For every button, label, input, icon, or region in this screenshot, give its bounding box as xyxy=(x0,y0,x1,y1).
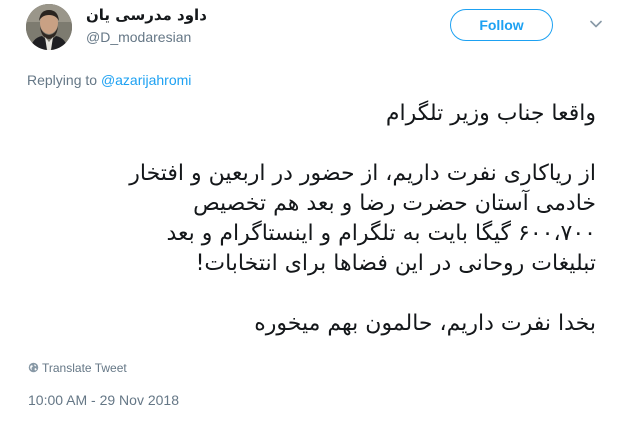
reply-prefix: Replying to xyxy=(27,72,101,88)
timestamp[interactable]: 10:00 AM - 29 Nov 2018 xyxy=(28,392,179,408)
tweet-text: واقعا جناب وزیر تلگرام از ریاکاری نفرت د… xyxy=(26,99,596,339)
translate-label: Translate Tweet xyxy=(42,361,127,375)
avatar-photo-icon xyxy=(26,4,72,50)
tweet-line: تبلیغات روحانی در این فضاها برای انتخابا… xyxy=(195,251,596,276)
reply-target-link[interactable]: @azarijahromi xyxy=(101,72,191,88)
tweet-card: داود مدرسی یان @D_modaresian Follow Repl… xyxy=(0,0,624,421)
tweet-line: از ریاکاری نفرت داریم، از حضور در اربعین… xyxy=(129,161,596,186)
tweet-line: بخدا نفرت داریم، حالمون بهم میخوره xyxy=(254,311,596,336)
display-name[interactable]: داود مدرسی یان xyxy=(86,6,207,24)
avatar[interactable] xyxy=(26,4,72,50)
globe-icon xyxy=(28,362,39,373)
translate-tweet-link[interactable]: Translate Tweet xyxy=(28,361,127,375)
chevron-down-icon[interactable] xyxy=(590,20,602,28)
tweet-line: ۶۰۰،۷۰۰ گیگا بایت به تلگرام و اینستاگرام… xyxy=(166,221,596,246)
tweet-line: واقعا جناب وزیر تلگرام xyxy=(385,101,596,126)
tweet-line: خادمی آستان حضرت رضا و بعد هم تخصیص xyxy=(193,191,596,216)
user-handle[interactable]: @D_modaresian xyxy=(86,29,191,45)
follow-button[interactable]: Follow xyxy=(450,9,553,41)
reply-context: Replying to @azarijahromi xyxy=(27,72,191,88)
